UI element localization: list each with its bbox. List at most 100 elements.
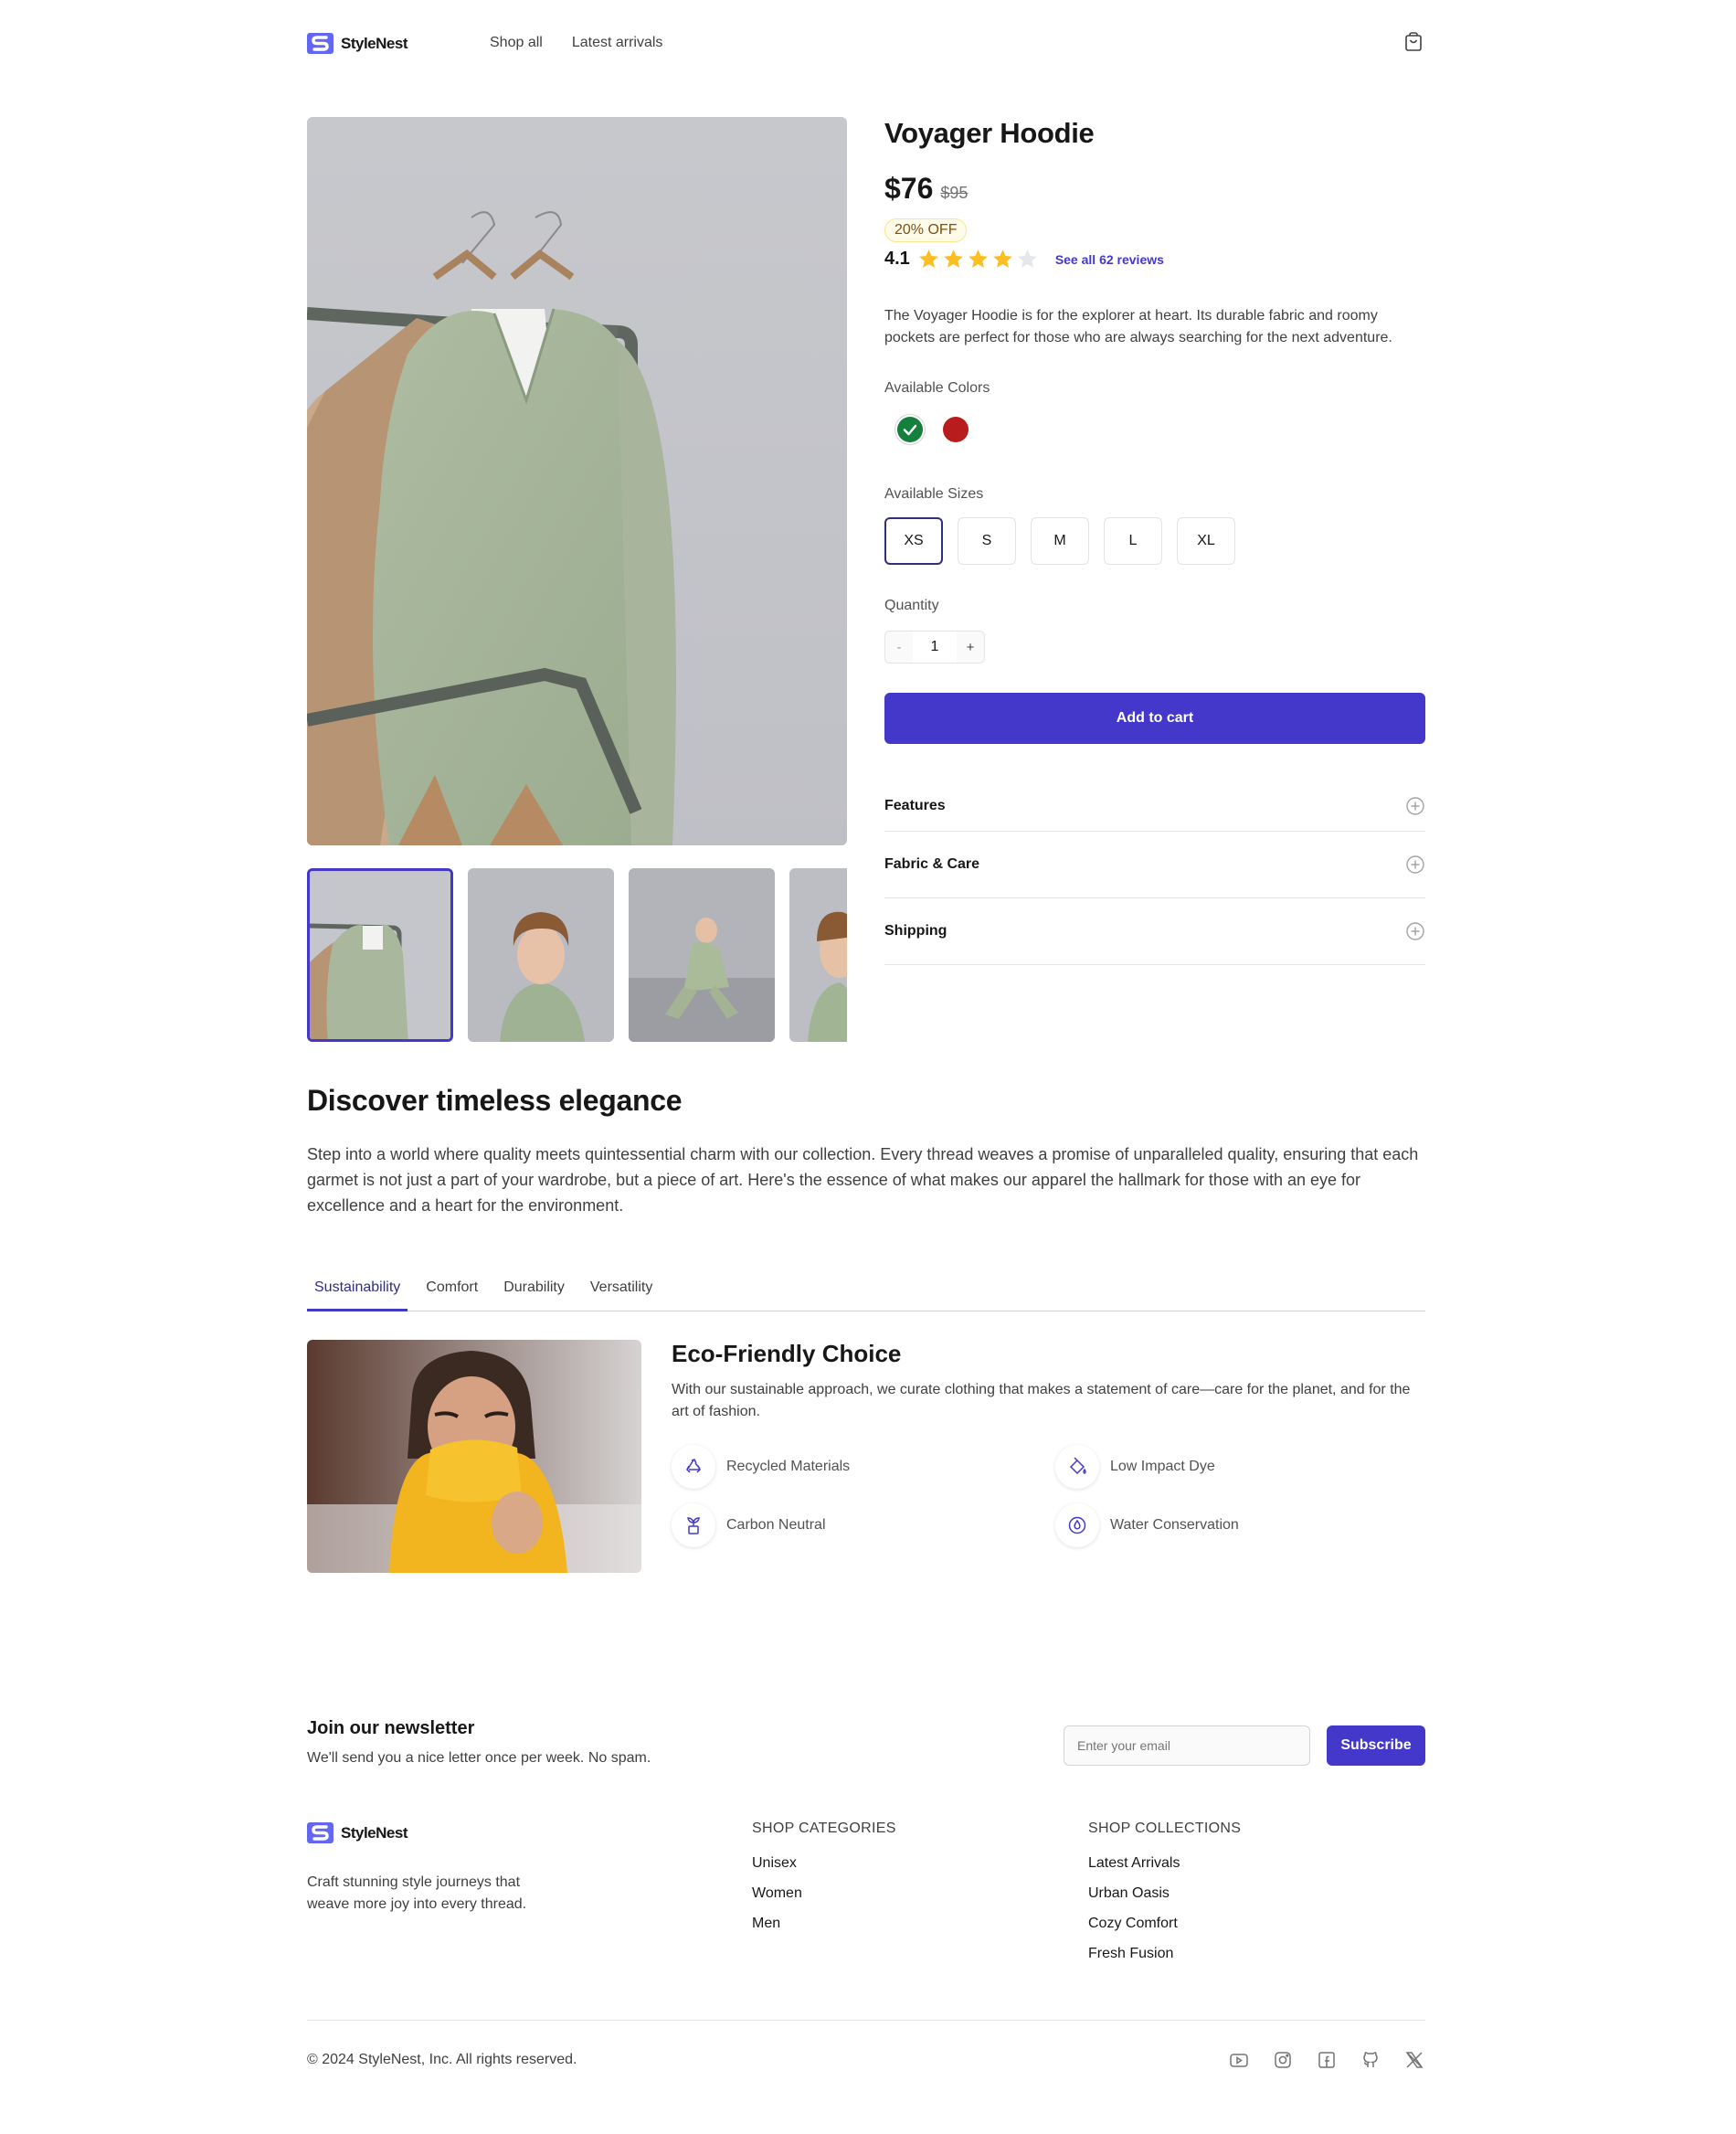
footer-link-cozy-comfort[interactable]: Cozy Comfort	[1088, 1916, 1241, 1932]
feature-tabs: Sustainability Comfort Durability Versat…	[307, 1275, 1425, 1311]
social-links	[1228, 2049, 1425, 2071]
facebook-icon[interactable]	[1316, 2049, 1338, 2071]
accordion-fabric-care[interactable]: Fabric & Care	[884, 832, 1425, 898]
star-empty-icon	[1017, 249, 1037, 268]
eco-features: Recycled Materials Low Impact Dye Carbon…	[672, 1445, 1425, 1547]
footer-link-latest-arrivals[interactable]: Latest Arrivals	[1088, 1855, 1241, 1872]
cart-icon[interactable]	[1403, 31, 1424, 53]
plant-icon	[672, 1503, 715, 1547]
thumbnail-strip	[307, 868, 847, 1042]
accordion-label: Shipping	[884, 923, 947, 939]
size-m-button[interactable]: M	[1031, 517, 1089, 565]
footer-collections: SHOP COLLECTIONS Latest Arrivals Urban O…	[1088, 1821, 1241, 1962]
eco-title: Eco-Friendly Choice	[672, 1340, 902, 1367]
feature-water-conservation: Water Conservation	[1055, 1503, 1421, 1547]
size-xs-button[interactable]: XS	[884, 517, 943, 565]
newsletter-section: Join our newsletter We'll send you a nic…	[307, 1718, 1425, 1791]
original-price: $95	[940, 184, 969, 202]
accordion-label: Fabric & Care	[884, 856, 980, 872]
product-description: The Voyager Hoodie is for the explorer a…	[884, 308, 1392, 345]
footer-tagline: Craft stunning style journeys that weave…	[307, 1874, 527, 1912]
feature-label: Water Conservation	[1110, 1517, 1239, 1533]
tab-versatility[interactable]: Versatility	[583, 1275, 660, 1311]
accordion-shipping[interactable]: Shipping	[884, 898, 1425, 965]
thumbnail-4[interactable]	[789, 868, 847, 1042]
accordion-label: Features	[884, 797, 946, 813]
email-field[interactable]	[1064, 1725, 1310, 1766]
feature-carbon-neutral: Carbon Neutral	[672, 1503, 1055, 1547]
product-accordion: Features Fabric & Care Shipping	[884, 780, 1425, 965]
color-swatch-green[interactable]	[897, 417, 923, 442]
eco-panel: Eco-Friendly Choice With our sustainable…	[672, 1340, 1425, 1547]
youtube-icon[interactable]	[1228, 2049, 1250, 2071]
discover-section: Discover timeless elegance Step into a w…	[307, 1084, 1425, 1218]
rating-stars	[917, 248, 1039, 271]
footer-link-women[interactable]: Women	[752, 1885, 896, 1902]
feature-recycled: Recycled Materials	[672, 1445, 1055, 1489]
footer-logo[interactable]: StyleNest	[307, 1822, 408, 1843]
size-xl-button[interactable]: XL	[1177, 517, 1235, 565]
feature-low-impact-dye: Low Impact Dye	[1055, 1445, 1421, 1489]
thumbnail-3[interactable]	[629, 868, 775, 1042]
discount-badge: 20% OFF	[884, 218, 968, 242]
tab-durability[interactable]: Durability	[496, 1275, 572, 1311]
footer-link-men[interactable]: Men	[752, 1916, 896, 1932]
site-header: StyleNest Shop all Latest arrivals	[307, 27, 1424, 60]
site-footer: StyleNest Craft stunning style journeys …	[307, 1821, 1425, 2022]
github-icon[interactable]	[1360, 2049, 1381, 2071]
plus-circle-icon	[1406, 855, 1424, 874]
nav-latest-arrivals[interactable]: Latest arrivals	[572, 35, 663, 51]
feature-label: Low Impact Dye	[1110, 1459, 1215, 1474]
instagram-icon[interactable]	[1272, 2049, 1294, 2071]
add-to-cart-button[interactable]: Add to cart	[884, 693, 1425, 744]
feature-label: Carbon Neutral	[726, 1517, 826, 1533]
star-filled-icon	[918, 249, 938, 268]
color-swatch-red[interactable]	[943, 417, 969, 442]
eco-image	[307, 1340, 641, 1573]
footer-link-fresh-fusion[interactable]: Fresh Fusion	[1088, 1946, 1241, 1962]
subscribe-button[interactable]: Subscribe	[1327, 1725, 1425, 1766]
plus-circle-icon	[1406, 922, 1424, 940]
footer-collections-heading: SHOP COLLECTIONS	[1088, 1821, 1242, 1836]
rating-value: 4.1	[884, 249, 910, 269]
footer-link-unisex[interactable]: Unisex	[752, 1855, 896, 1872]
logo-mark-icon	[307, 33, 333, 54]
price-row: $76 $95	[884, 172, 1425, 206]
footer-link-urban-oasis[interactable]: Urban Oasis	[1088, 1885, 1241, 1902]
quantity-decrease-button[interactable]: -	[885, 640, 913, 655]
tab-sustainability[interactable]: Sustainability	[307, 1275, 408, 1311]
hoodie-rack-image	[307, 117, 847, 845]
feature-label: Recycled Materials	[726, 1459, 851, 1474]
star-filled-icon	[943, 249, 963, 268]
see-reviews-link[interactable]: See all 62 reviews	[1055, 252, 1164, 267]
thumbnail-2[interactable]	[468, 868, 614, 1042]
quantity-stepper: - 1 +	[884, 631, 985, 664]
quantity-increase-button[interactable]: +	[957, 640, 984, 655]
size-options: XS S M L XL	[884, 517, 1425, 565]
discover-text: Step into a world where quality meets qu…	[307, 1145, 1419, 1215]
star-filled-icon	[968, 249, 988, 268]
brand-name: StyleNest	[341, 1823, 408, 1842]
x-icon[interactable]	[1403, 2049, 1425, 2071]
copyright: © 2024 StyleNest, Inc. All rights reserv…	[307, 2052, 577, 2067]
colors-label: Available Colors	[884, 380, 990, 396]
size-l-button[interactable]: L	[1104, 517, 1162, 565]
plus-circle-icon	[1406, 796, 1424, 815]
eco-description: With our sustainable approach, we curate…	[672, 1382, 1411, 1419]
accordion-features[interactable]: Features	[884, 780, 1425, 832]
product-main-image	[307, 117, 847, 845]
main-nav: Shop all Latest arrivals	[490, 35, 662, 51]
water-drop-icon	[1055, 1503, 1099, 1547]
thumbnail-1[interactable]	[307, 868, 453, 1042]
product-title: Voyager Hoodie	[884, 117, 1095, 149]
size-s-button[interactable]: S	[958, 517, 1016, 565]
quantity-input[interactable]: 1	[913, 632, 957, 663]
brand-logo[interactable]: StyleNest	[307, 33, 408, 54]
rating-row: 4.1 See all 62 reviews	[884, 248, 1425, 271]
footer-categories-heading: SHOP CATEGORIES	[752, 1821, 896, 1836]
nav-shop-all[interactable]: Shop all	[490, 35, 543, 51]
product-info: Voyager Hoodie $76 $95 20% OFF 4.1 See a…	[884, 117, 1425, 965]
current-price: $76	[884, 172, 934, 205]
star-filled-icon	[992, 249, 1012, 268]
tab-comfort[interactable]: Comfort	[418, 1275, 485, 1311]
